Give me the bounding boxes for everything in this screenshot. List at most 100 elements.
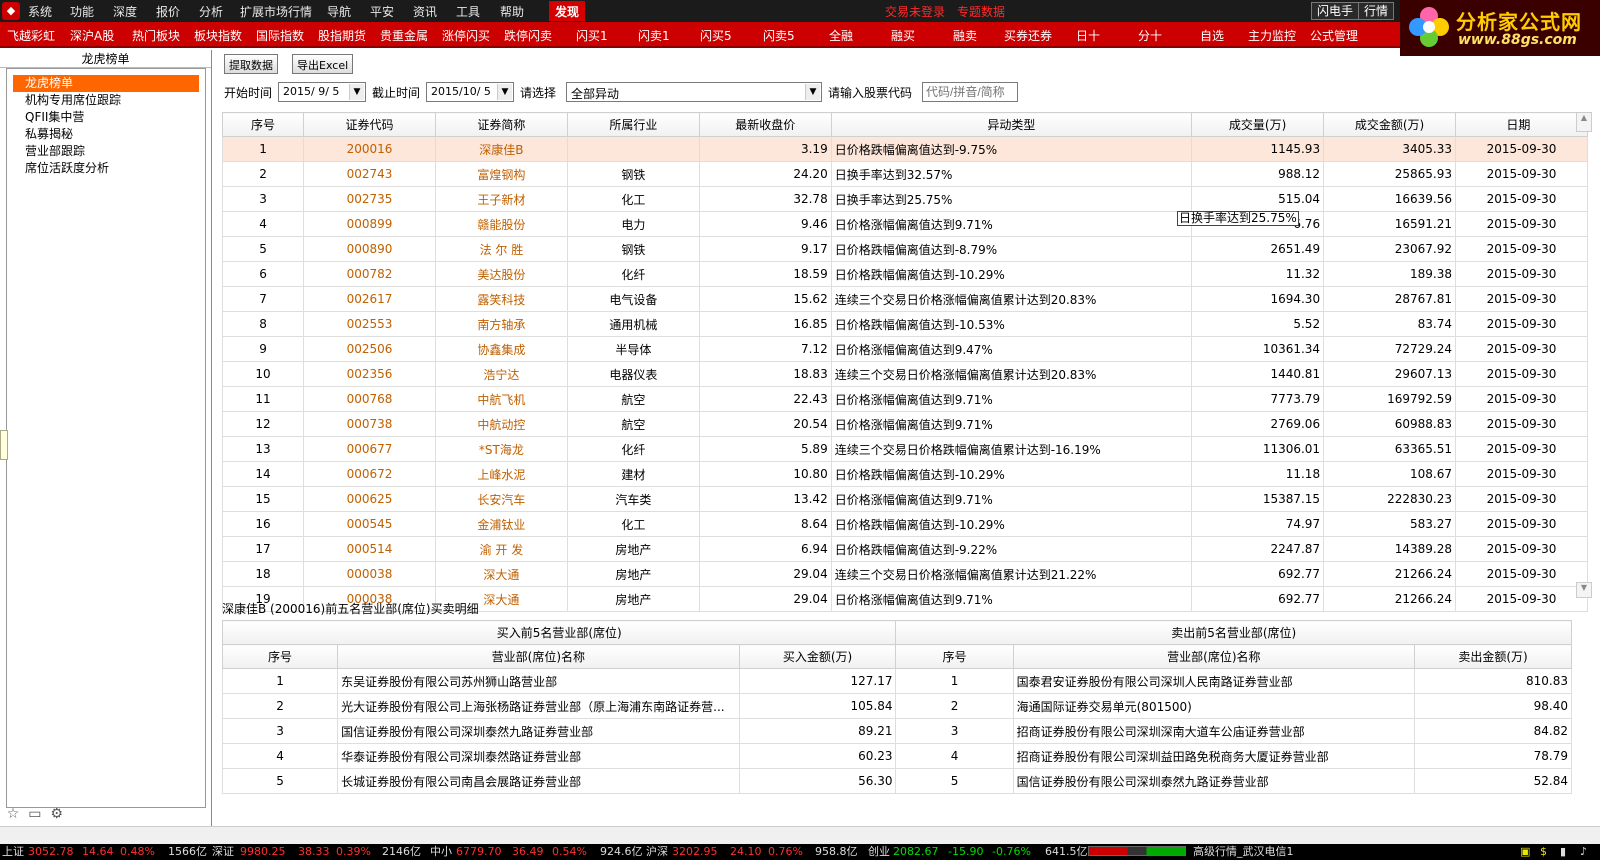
table-row[interactable]: 8 002553 南方轴承 通用机械 16.85 日价格跌幅偏离值达到-10.53% 5.5… (221, 311, 1588, 337)
menu-item[interactable]: 平安 (370, 3, 394, 20)
toolbar-item[interactable]: 自选 (1200, 27, 1224, 44)
server-name[interactable]: 高级行情_武汉电信1 (1193, 844, 1294, 860)
money-icon[interactable]: $ (1540, 844, 1547, 860)
stock-code[interactable]: 000899 (303, 211, 436, 237)
stock-code[interactable]: 002506 (303, 336, 436, 362)
stock-name[interactable]: 上峰水泥 (434, 461, 568, 487)
chevron-down-icon[interactable]: ▼ (805, 84, 820, 100)
topic-data-link[interactable]: 专题数据 (957, 3, 1005, 20)
stock-code[interactable]: 000545 (303, 511, 436, 537)
chevron-down-icon[interactable]: ▼ (497, 84, 512, 100)
menu-item[interactable]: 帮助 (500, 3, 524, 20)
stock-code[interactable]: 000890 (303, 236, 436, 262)
toolbar-item[interactable]: 热门板块 (132, 27, 180, 44)
table-row[interactable]: 5 000890 法 尔 胜钢铁 9.17 日价格跌幅偏离值达到-8.79% 2651.4… (221, 236, 1588, 262)
table-row[interactable]: 13 000677 *ST海龙 化纤 5.89 连续三个交易日价格跌幅偏离值累计达到-16… (221, 436, 1588, 462)
menu-item[interactable]: 资讯 (413, 3, 437, 20)
toolbar-item[interactable]: 闪卖1 (638, 27, 670, 44)
column-header[interactable]: 最新收盘价 (698, 112, 832, 137)
sidebar-collapse-handle[interactable] (0, 430, 8, 460)
toolbar-item[interactable]: 买券还券 (1004, 27, 1052, 44)
sidebar-item-dragon-tiger[interactable]: 龙虎榜单 (13, 75, 199, 92)
column-header[interactable]: 所属行业 (566, 112, 700, 137)
stock-name[interactable]: 赣能股份 (434, 211, 568, 237)
sidebar-item-seat-activity[interactable]: 席位活跃度分析 (7, 160, 205, 177)
column-header[interactable]: 日期▽ (1455, 112, 1588, 137)
menu-item[interactable]: 导航 (327, 3, 351, 20)
toolbar-item[interactable]: 融卖 (953, 27, 977, 44)
table-row[interactable]: 16 000545 金浦钛业 化工 8.64 日价格跌幅偏离值达到-10.29% 74.97… (221, 511, 1588, 537)
stock-code[interactable]: 002743 (303, 161, 436, 187)
star-icon[interactable]: ☆ (4, 806, 22, 824)
sidebar-item-qfii[interactable]: QFII集中营 (7, 109, 205, 126)
sz-label[interactable]: 深证 (212, 844, 234, 860)
menu-item[interactable]: 系统 (28, 3, 52, 20)
toolbar-item[interactable]: 跌停闪卖 (504, 27, 552, 44)
stock-code[interactable]: 002735 (303, 186, 436, 212)
folder-icon[interactable]: ▭ (26, 806, 44, 824)
table-row[interactable]: 6 000782 美达股份 化纤 18.59 日价格跌幅偏离值达到-10.29% 11.32… (221, 261, 1588, 287)
stock-name[interactable]: 协鑫集成 (434, 336, 568, 362)
column-header[interactable]: 序号 (895, 644, 1014, 669)
toolbar-item[interactable]: 涨停闪买 (442, 27, 490, 44)
toolbar-item[interactable]: 闪买5 (700, 27, 732, 44)
table-row[interactable]: 2 光大证券股份有限公司上海张杨路证券营业部（原上海浦东南路证券营... 105.8… (221, 693, 1572, 719)
menu-item[interactable]: 分析 (199, 3, 223, 20)
table-row[interactable]: 7 002617 露笑科技 电气设备 15.62 连续三个交易日价格涨幅偏离值累计达到20… (221, 286, 1588, 312)
stock-name[interactable]: *ST海龙 (434, 436, 568, 462)
cy-label[interactable]: 创业 (868, 844, 890, 860)
table-row[interactable]: 4 华泰证券股份有限公司深圳泰然路证券营业部 60.23 4 招商证券股份有限公司深圳益… (221, 743, 1572, 769)
stock-name[interactable]: 美达股份 (434, 261, 568, 287)
stock-code[interactable]: 000038 (303, 561, 436, 587)
table-row[interactable]: 2 002743 富煌钢构 钢铁 24.20 日换手率达到32.57% 988.12 2586… (221, 161, 1588, 187)
toolbar-item[interactable]: 公式管理 (1310, 27, 1358, 44)
table-row[interactable]: 10 002356 浩宁达 电器仪表 18.83 连续三个交易日价格涨幅偏离值累计达到20… (221, 361, 1588, 387)
toolbar-item[interactable]: 飞越彩虹 (7, 27, 55, 44)
stock-name[interactable]: 法 尔 胜 (434, 236, 568, 262)
menu-item[interactable]: 报价 (156, 3, 180, 20)
table-row[interactable]: 3 002735 王子新材 化工 32.78 日换手率达到25.75% 515.04 1663… (221, 186, 1588, 212)
stock-name[interactable]: 金浦钛业 (434, 511, 568, 537)
toolbar-item[interactable]: 全融 (829, 27, 853, 44)
chevron-down-icon[interactable]: ▼ (349, 84, 364, 100)
stock-name[interactable]: 长安汽车 (434, 486, 568, 512)
menu-item[interactable]: 功能 (70, 3, 94, 20)
menu-item-discover[interactable]: 发现 (549, 1, 586, 21)
table-row[interactable]: 4 000899 赣能股份 电力 9.46 日价格涨幅偏离值达到9.71% 6.76 1659… (221, 211, 1588, 237)
stock-name[interactable]: 浩宁达 (434, 361, 568, 387)
table-row[interactable]: 3 国信证券股份有限公司深圳泰然九路证券营业部 89.21 3 招商证券股份有限公司深圳… (221, 718, 1572, 744)
horizontal-scrollbar[interactable] (0, 826, 1600, 844)
column-header[interactable]: 序号 (221, 644, 339, 669)
column-header[interactable]: 营业部(席位)名称 (1012, 644, 1416, 669)
stock-name[interactable]: 露笑科技 (434, 286, 568, 312)
scroll-up-icon[interactable]: ▲ (1576, 112, 1592, 132)
app-logo-icon[interactable]: ◆ (2, 2, 20, 20)
stock-code[interactable]: 002553 (303, 311, 436, 337)
table-row[interactable]: 15 000625 长安汽车 汽车类 13.42 日价格涨幅偏离值达到9.71% 15387… (221, 486, 1588, 512)
sound-icon[interactable]: ♪ (1580, 844, 1587, 860)
stock-code[interactable]: 000782 (303, 261, 436, 287)
stock-name[interactable]: 渝 开 发 (434, 536, 568, 562)
stock-code[interactable]: 000514 (303, 536, 436, 562)
stock-name[interactable]: 富煌钢构 (434, 161, 568, 187)
sidebar-item-private-fund[interactable]: 私募揭秘 (7, 126, 205, 143)
toolbar-item[interactable]: 闪卖5 (763, 27, 795, 44)
sh-label[interactable]: 上证 (2, 844, 24, 860)
menu-item[interactable]: 工具 (456, 3, 480, 20)
end-date-picker[interactable]: 2015/10/ 5 ▼ (426, 82, 514, 102)
export-excel-button[interactable]: 导出Excel (292, 54, 354, 74)
column-header[interactable]: 序号 (221, 112, 305, 137)
table-row[interactable]: 14 000672 上峰水泥 建材 10.80 日价格跌幅偏离值达到-10.29% 11.1… (221, 461, 1588, 487)
column-header[interactable]: 营业部(席位)名称 (337, 644, 740, 669)
stock-code-input[interactable] (922, 82, 1018, 102)
column-header[interactable]: 成交量(万) (1191, 112, 1325, 137)
toolbar-item[interactable]: 国际指数 (256, 27, 304, 44)
toolbar-item[interactable]: 主力监控 (1248, 27, 1296, 44)
table-row[interactable]: 12 000738 中航动控 航空 20.54 日价格涨幅偏离值达到9.71% 2769.0… (221, 411, 1588, 437)
menu-item[interactable]: 深度 (113, 3, 137, 20)
trade-login-status[interactable]: 交易未登录 (885, 3, 945, 20)
stock-name[interactable]: 深大通 (434, 561, 568, 587)
table-row[interactable]: 11 000768 中航飞机 航空 22.43 日价格涨幅偏离值达到9.71% 7773.7… (221, 386, 1588, 412)
stock-code[interactable]: 000625 (303, 486, 436, 512)
lock-icon[interactable]: ▣ (1520, 844, 1530, 860)
